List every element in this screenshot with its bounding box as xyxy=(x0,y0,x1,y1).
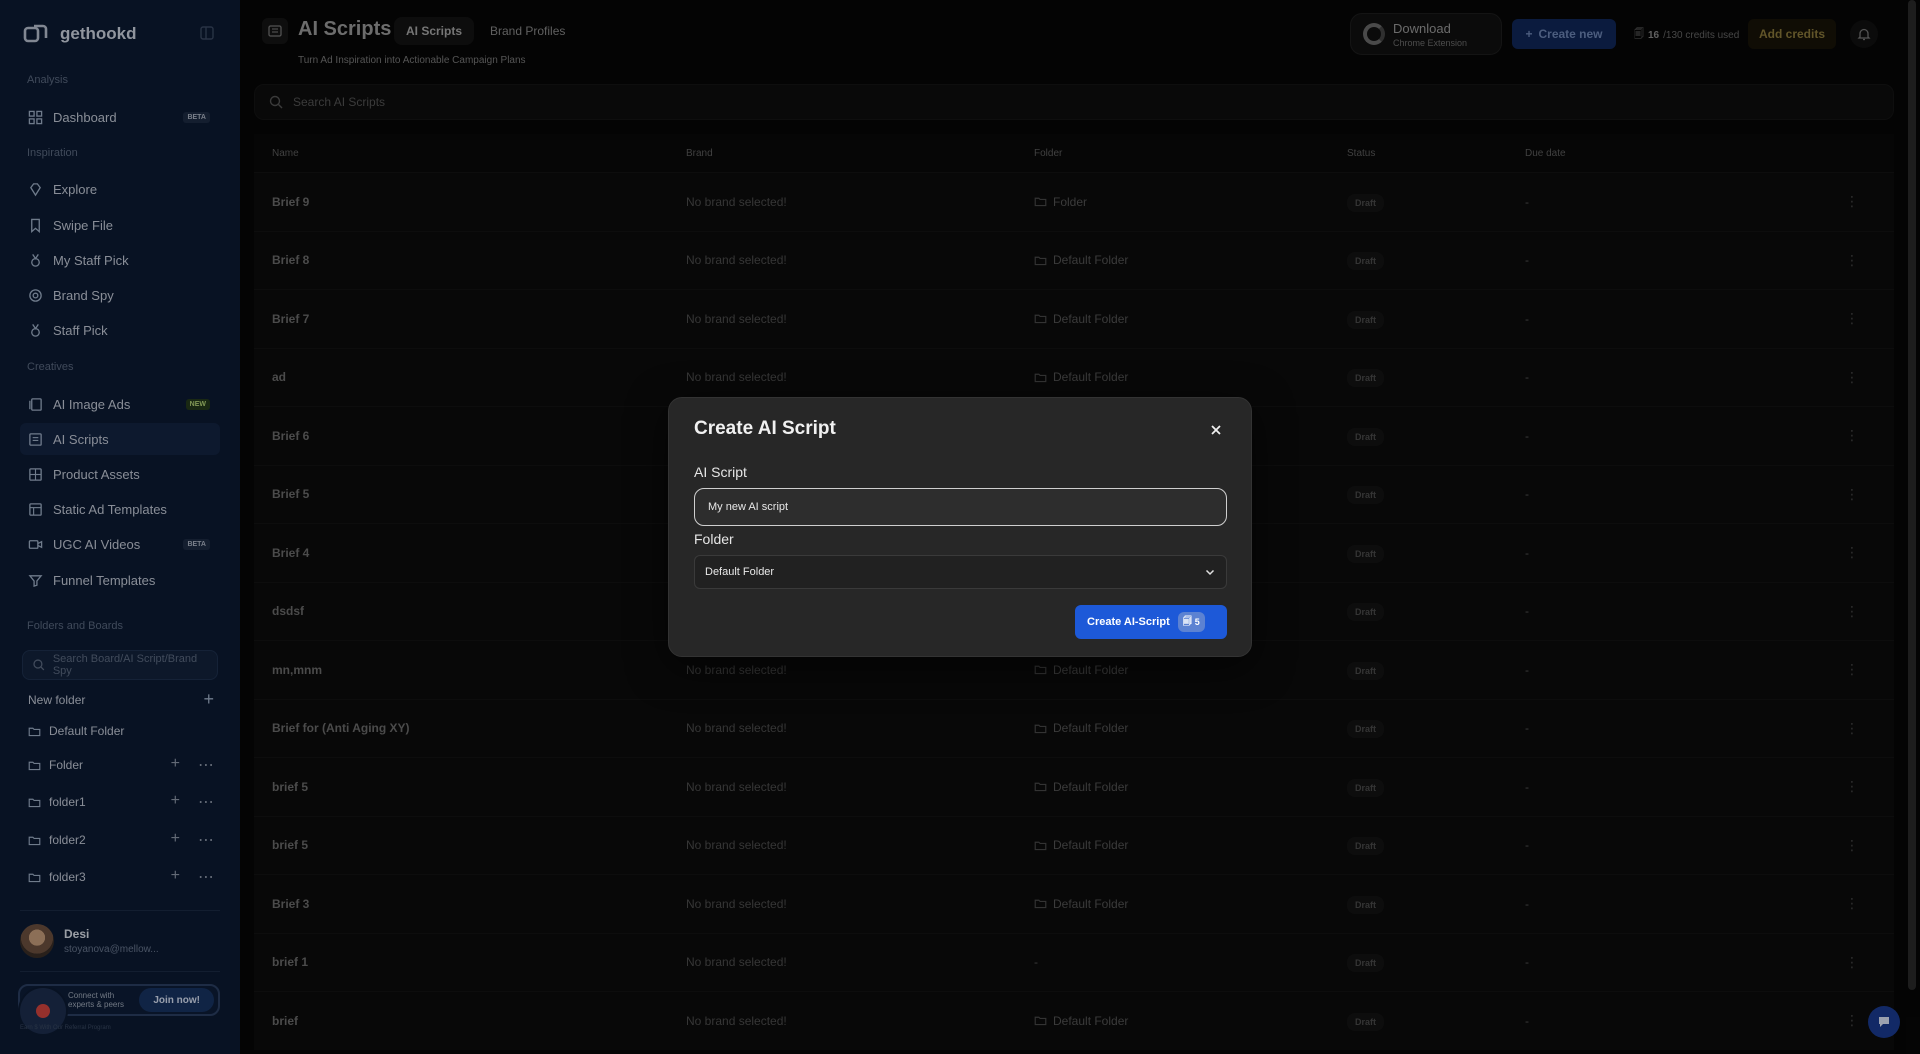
close-button[interactable] xyxy=(1206,420,1226,440)
coins-icon: 🗐 xyxy=(1182,616,1192,626)
ai-script-name-input[interactable] xyxy=(694,488,1227,526)
create-ai-script-dialog: Create AI Script AI Script Folder Defaul… xyxy=(668,397,1252,657)
dialog-title: Create AI Script xyxy=(694,418,836,439)
create-ai-script-button[interactable]: Create AI-Script 🗐 5 xyxy=(1075,605,1227,639)
app-root: gethookd Analysis Dashboard BETA Inspira… xyxy=(0,0,1920,1054)
credit-cost: 5 xyxy=(1194,617,1200,627)
close-icon xyxy=(1211,425,1221,435)
credit-cost-badge: 🗐 5 xyxy=(1177,612,1205,632)
chevron-down-icon xyxy=(1205,569,1215,576)
folder-select[interactable]: Default Folder xyxy=(694,555,1227,589)
folder-label: Folder xyxy=(694,531,734,547)
create-ai-script-label: Create AI-Script xyxy=(1087,616,1170,628)
ai-script-label: AI Script xyxy=(694,464,747,480)
folder-select-value: Default Folder xyxy=(705,566,775,578)
